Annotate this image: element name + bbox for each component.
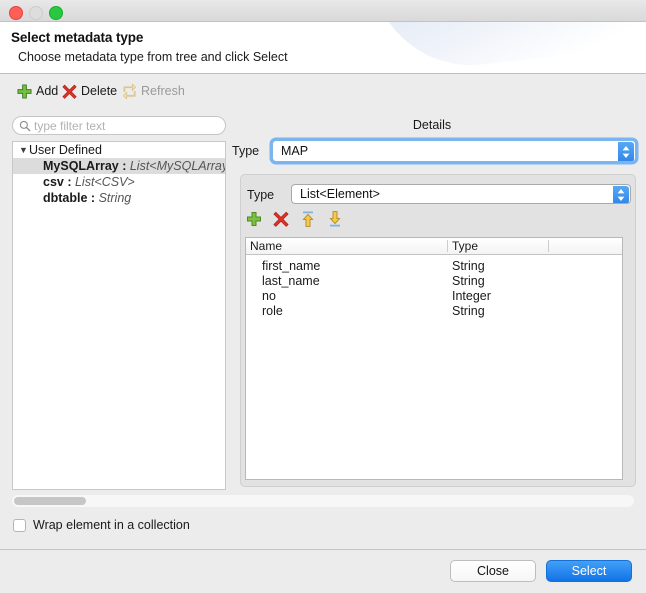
select-button[interactable]: Select	[546, 560, 632, 582]
zoom-window-button[interactable]	[49, 6, 63, 20]
tree-item-name: dbtable	[43, 191, 88, 205]
tree-item-dbtable[interactable]: dbtable : String	[13, 190, 225, 206]
inner-type-row: Type List<Element>	[247, 184, 631, 204]
cell-name: first_name	[262, 259, 321, 273]
outer-type-label: Type	[232, 144, 260, 158]
delete-x-icon	[62, 84, 77, 99]
inner-type-label: Type	[247, 188, 275, 202]
tree-item-separator: :	[87, 191, 99, 205]
delete-x-icon	[273, 211, 289, 227]
inner-type-dropdown[interactable]: List<Element>	[291, 184, 631, 204]
tree-item-separator: :	[118, 159, 130, 173]
search-input[interactable]	[34, 117, 220, 134]
chevron-down-icon[interactable]: ▼	[19, 142, 29, 158]
wrap-collection-checkbox[interactable]	[13, 518, 26, 532]
tree-item-name: MySQLArray	[43, 159, 119, 173]
column-header-type[interactable]: Type	[448, 238, 548, 254]
metadata-tree[interactable]: ▼User Defined MySQLArray : List<MySQLArr…	[12, 141, 226, 490]
plus-icon	[17, 83, 32, 99]
outer-type-value: MAP	[281, 144, 309, 158]
tree-item-mysqlarray[interactable]: MySQLArray : List<MySQLArray>	[13, 158, 225, 174]
column-header-extra[interactable]	[549, 238, 622, 254]
details-section-title: Details	[412, 118, 452, 132]
cell-type: Integer	[452, 289, 491, 303]
element-fields-table[interactable]: Name Type first_name String last_name St…	[245, 237, 623, 480]
dialog-window: Select metadata type Choose metadata typ…	[0, 0, 646, 593]
table-row[interactable]: role String	[246, 304, 622, 319]
tree-item-type: List<CSV>	[74, 175, 135, 189]
refresh-button-label: Refresh	[141, 84, 185, 98]
cell-type: String	[452, 274, 485, 288]
add-element-button[interactable]	[246, 211, 262, 227]
wrap-collection-option[interactable]: Wrap element in a collection	[13, 518, 190, 532]
plus-icon	[247, 212, 261, 226]
outer-type-dropdown[interactable]: MAP	[272, 140, 636, 162]
search-icon	[19, 120, 31, 132]
page-title: Select metadata type	[11, 30, 144, 45]
cell-name: role	[262, 304, 283, 318]
tree-item-type: List<MySQLArray>	[129, 159, 226, 173]
outer-type-row: Type MAP	[232, 140, 636, 164]
chevron-updown-icon[interactable]	[618, 142, 634, 161]
page-subtitle: Choose metadata type from tree and click…	[18, 50, 288, 64]
move-element-up-button[interactable]	[300, 211, 316, 227]
move-to-top-icon	[302, 211, 314, 227]
header-decoration	[371, 22, 646, 73]
column-header-name[interactable]: Name	[246, 238, 447, 254]
inner-type-value: List<Element>	[300, 187, 380, 201]
close-window-button[interactable]	[9, 6, 23, 20]
minimize-window-button[interactable]	[29, 6, 43, 20]
table-row[interactable]: first_name String	[246, 259, 622, 274]
move-element-down-button[interactable]	[327, 211, 343, 227]
element-actions-toolbar	[246, 211, 343, 227]
delete-button-label: Delete	[81, 84, 118, 98]
add-button[interactable]: Add	[17, 81, 58, 101]
horizontal-scrollbar[interactable]	[12, 495, 634, 507]
filter-field-wrapper[interactable]	[12, 116, 226, 135]
table-header-row: Name Type	[246, 238, 622, 255]
tree-item-csv[interactable]: csv : List<CSV>	[13, 174, 225, 190]
cell-type: String	[452, 259, 485, 273]
cell-name: last_name	[262, 274, 320, 288]
cell-type: String	[452, 304, 485, 318]
actions-toolbar: Add Delete Refresh	[0, 74, 646, 108]
chevron-updown-icon[interactable]	[613, 186, 629, 203]
wrap-collection-label: Wrap element in a collection	[33, 518, 190, 532]
remove-element-button[interactable]	[273, 211, 289, 227]
element-details-panel: Type List<Element> Name Type first_name …	[240, 174, 636, 487]
dialog-footer: Close Select	[0, 550, 646, 593]
cell-name: no	[262, 289, 276, 303]
table-row[interactable]: no Integer	[246, 289, 622, 304]
refresh-button[interactable]: Refresh	[122, 81, 185, 101]
refresh-icon	[122, 83, 137, 99]
tree-item-name: csv	[43, 175, 64, 189]
add-button-label: Add	[36, 84, 59, 98]
table-row[interactable]: last_name String	[246, 274, 622, 289]
tree-root-user-defined[interactable]: ▼User Defined	[13, 142, 225, 158]
move-to-bottom-icon	[329, 211, 341, 227]
close-button[interactable]: Close	[450, 560, 536, 582]
tree-item-type: String	[98, 191, 132, 205]
tree-root-label: User Defined	[29, 143, 102, 157]
dialog-header: Select metadata type Choose metadata typ…	[0, 22, 646, 74]
title-bar	[0, 0, 646, 22]
scrollbar-thumb[interactable]	[14, 497, 86, 505]
tree-item-separator: :	[63, 175, 75, 189]
delete-button[interactable]: Delete	[62, 81, 117, 101]
